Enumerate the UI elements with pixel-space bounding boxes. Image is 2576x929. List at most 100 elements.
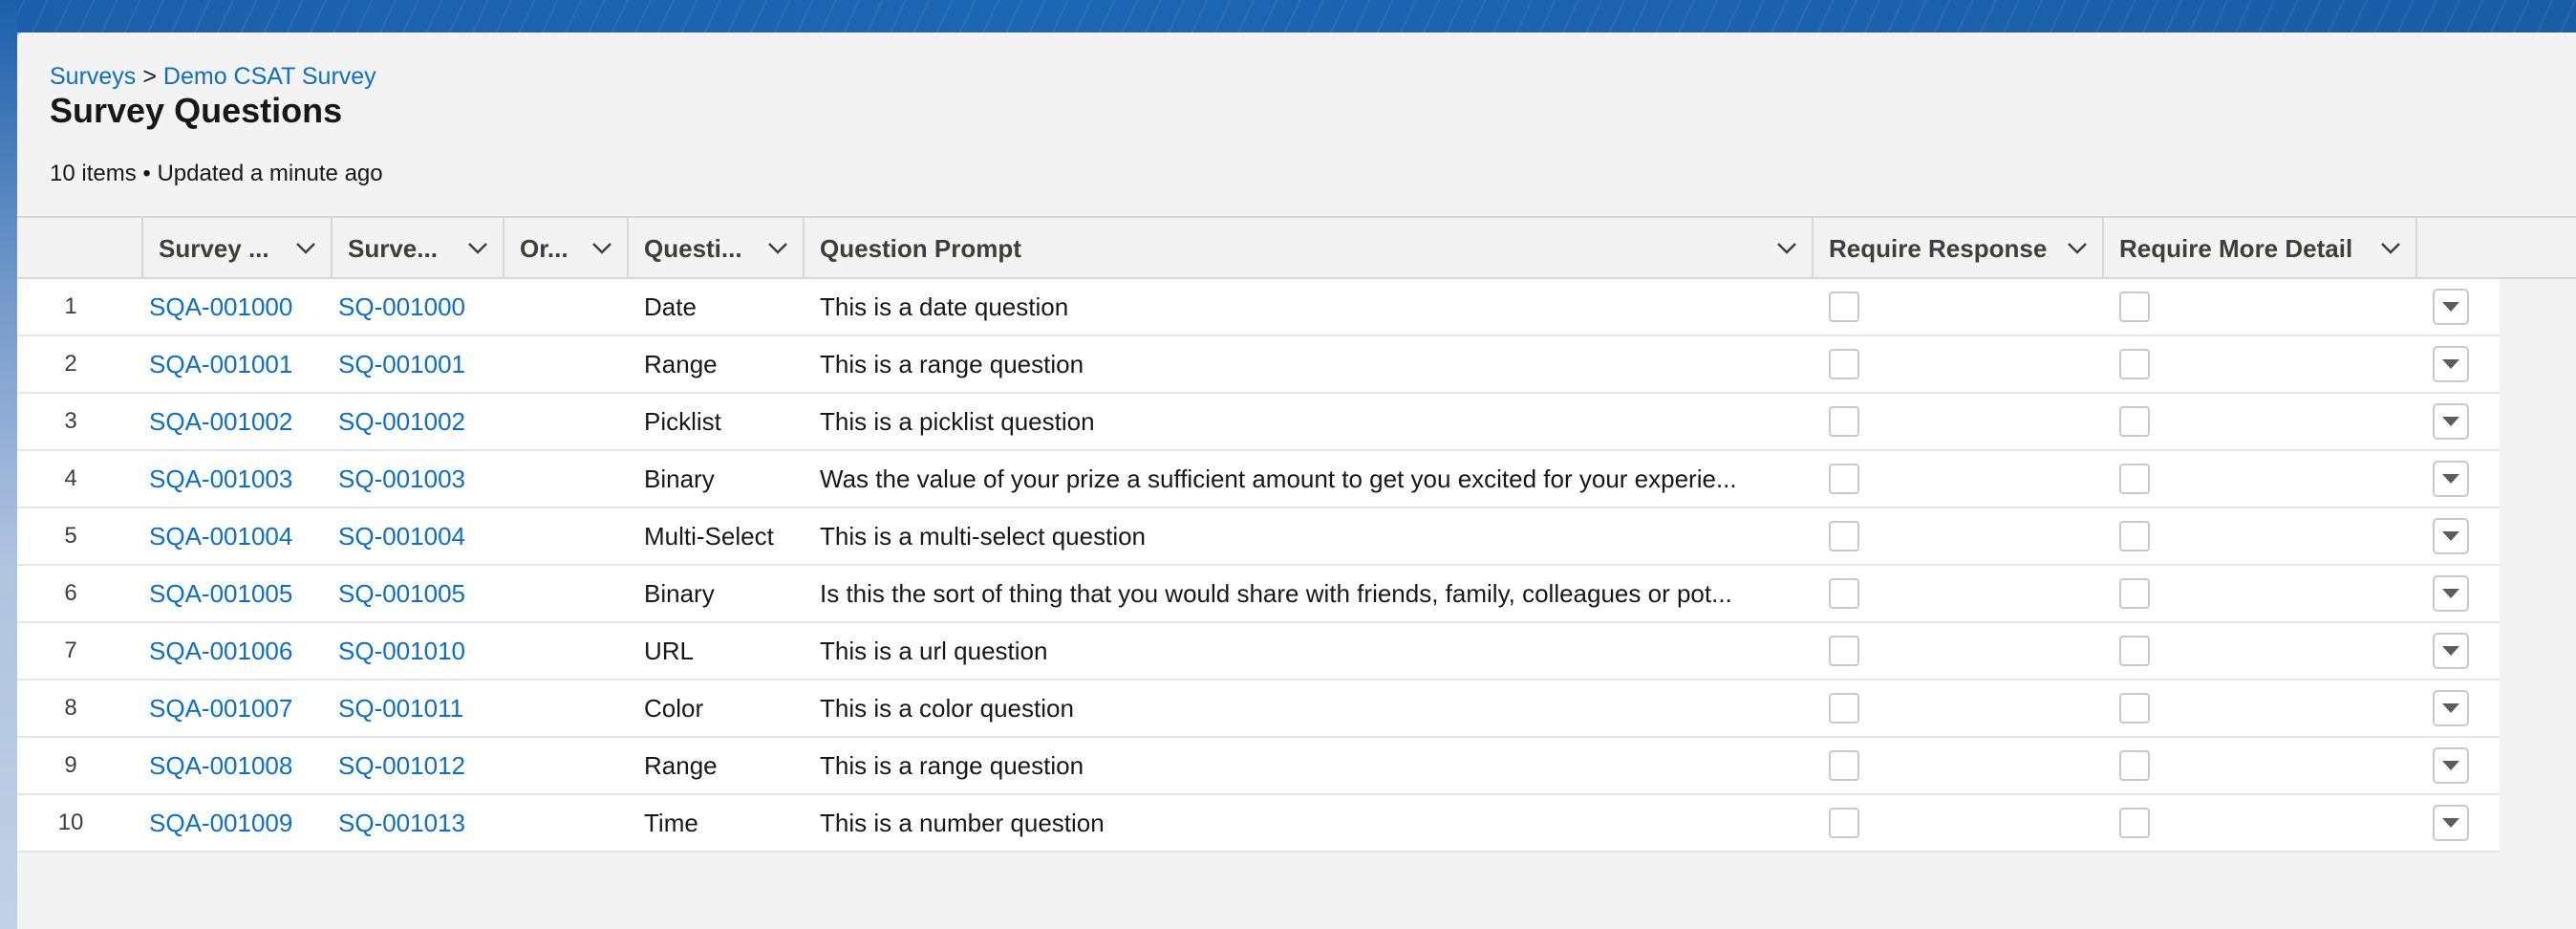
survey-question-cell: SQ-001000 — [338, 279, 501, 335]
table-row: 1 SQA-001000 SQ-001000 Date This is a da… — [17, 279, 2500, 336]
chevron-down-icon[interactable] — [2379, 237, 2402, 260]
column-header-require-more-detail[interactable]: Require More Detail — [2104, 218, 2417, 279]
require-more-detail-checkbox[interactable] — [2119, 521, 2150, 551]
require-response-checkbox[interactable] — [1829, 349, 1859, 379]
require-more-detail-cell — [2119, 566, 2177, 621]
require-response-checkbox[interactable] — [1829, 521, 1859, 551]
survey-answer-link[interactable]: SQA-001007 — [149, 694, 292, 724]
require-more-detail-checkbox[interactable] — [2119, 808, 2150, 838]
order-cell — [510, 336, 625, 392]
survey-question-link[interactable]: SQ-001001 — [338, 350, 465, 379]
require-more-detail-checkbox[interactable] — [2119, 292, 2150, 322]
column-header-question-prompt[interactable]: Question Prompt — [805, 218, 1814, 279]
survey-answer-link[interactable]: SQA-001004 — [149, 522, 292, 551]
survey-answer-link[interactable]: SQA-001005 — [149, 579, 292, 609]
question-prompt-cell: Is this the sort of thing that you would… — [820, 566, 1787, 621]
related-list-panel: Surveys > Demo CSAT Survey Survey Question… — [17, 32, 2576, 929]
chevron-down-icon[interactable] — [1775, 237, 1798, 260]
caret-down-icon — [2442, 302, 2459, 312]
survey-question-cell: SQ-001004 — [338, 508, 501, 564]
column-header-survey-answer[interactable]: Survey ... — [143, 218, 333, 279]
survey-answer-link[interactable]: SQA-001000 — [149, 292, 292, 322]
survey-question-link[interactable]: SQ-001004 — [338, 522, 465, 551]
column-header-label: Require More Detail — [2119, 233, 2353, 263]
question-prompt-cell: This is a number question — [820, 795, 1787, 851]
survey-question-link[interactable]: SQ-001011 — [338, 694, 463, 724]
caret-down-icon — [2442, 818, 2459, 828]
survey-question-link[interactable]: SQ-001005 — [338, 579, 465, 609]
breadcrumb-surveys-link[interactable]: Surveys — [50, 63, 136, 90]
row-number: 8 — [64, 695, 77, 721]
chevron-down-icon[interactable] — [590, 237, 613, 260]
row-actions-button[interactable] — [2433, 461, 2469, 497]
survey-question-link[interactable]: SQ-001000 — [338, 292, 465, 322]
chevron-down-icon[interactable] — [2066, 237, 2089, 260]
survey-answer-link[interactable]: SQA-001009 — [149, 809, 292, 838]
require-response-cell — [1829, 566, 1886, 621]
column-header-label: Question Prompt — [820, 233, 1021, 263]
require-response-checkbox[interactable] — [1829, 750, 1859, 781]
survey-question-link[interactable]: SQ-001013 — [338, 809, 465, 838]
question-prompt-cell: This is a range question — [820, 336, 1787, 392]
require-more-detail-checkbox[interactable] — [2119, 636, 2150, 666]
row-actions-cell — [2433, 279, 2480, 335]
row-actions-button[interactable] — [2433, 690, 2469, 726]
row-actions-button[interactable] — [2433, 289, 2469, 325]
row-actions-button[interactable] — [2433, 518, 2469, 554]
caret-down-icon — [2442, 474, 2459, 484]
require-response-cell — [1829, 623, 1886, 679]
order-cell — [510, 279, 625, 335]
column-header-order[interactable]: Or... — [504, 218, 629, 279]
question-prompt-text: This is a range question — [820, 349, 1084, 378]
require-more-detail-cell — [2119, 394, 2177, 449]
chevron-down-icon[interactable] — [766, 237, 789, 260]
row-actions-button[interactable] — [2433, 575, 2469, 612]
chevron-down-icon[interactable] — [294, 237, 317, 260]
survey-question-link[interactable]: SQ-001003 — [338, 464, 465, 494]
column-header-label: Or... — [520, 233, 569, 263]
survey-answer-cell: SQA-001007 — [149, 681, 331, 736]
column-header-question-type[interactable]: Questi... — [629, 218, 805, 279]
require-response-checkbox[interactable] — [1829, 636, 1859, 666]
survey-question-link[interactable]: SQ-001002 — [338, 407, 465, 437]
survey-answer-link[interactable]: SQA-001001 — [149, 350, 292, 379]
survey-question-link[interactable]: SQ-001012 — [338, 751, 465, 781]
page-title: Survey Questions — [50, 91, 343, 130]
row-actions-button[interactable] — [2433, 633, 2469, 669]
survey-answer-link[interactable]: SQA-001008 — [149, 751, 292, 781]
column-header-label: Questi... — [644, 233, 742, 263]
require-more-detail-checkbox[interactable] — [2119, 349, 2150, 379]
require-response-checkbox[interactable] — [1829, 808, 1859, 838]
require-response-checkbox[interactable] — [1829, 406, 1859, 437]
chevron-down-icon[interactable] — [466, 237, 489, 260]
row-actions-button[interactable] — [2433, 747, 2469, 784]
require-more-detail-checkbox[interactable] — [2119, 750, 2150, 781]
row-actions-button[interactable] — [2433, 805, 2469, 841]
column-header-require-response[interactable]: Require Response — [1814, 218, 2104, 279]
require-response-cell — [1829, 738, 1886, 793]
question-prompt-cell: Was the value of your prize a sufficient… — [820, 451, 1787, 507]
column-header-survey-question[interactable]: Surve... — [333, 218, 504, 279]
breadcrumb-survey-link[interactable]: Demo CSAT Survey — [163, 63, 376, 90]
require-more-detail-checkbox[interactable] — [2119, 406, 2150, 437]
require-response-checkbox[interactable] — [1829, 693, 1859, 724]
survey-answer-link[interactable]: SQA-001003 — [149, 464, 292, 494]
question-prompt-cell: This is a picklist question — [820, 394, 1787, 449]
row-actions-button[interactable] — [2433, 403, 2469, 440]
caret-down-icon — [2442, 646, 2459, 656]
question-prompt-cell: This is a date question — [820, 279, 1787, 335]
require-response-checkbox[interactable] — [1829, 578, 1859, 609]
require-response-checkbox[interactable] — [1829, 292, 1859, 322]
survey-question-cell: SQ-001013 — [338, 795, 501, 851]
survey-answer-link[interactable]: SQA-001006 — [149, 637, 292, 666]
require-more-detail-cell — [2119, 738, 2177, 793]
require-more-detail-checkbox[interactable] — [2119, 464, 2150, 494]
row-actions-button[interactable] — [2433, 346, 2469, 382]
survey-answer-link[interactable]: SQA-001002 — [149, 407, 292, 437]
question-type-cell: Date — [644, 292, 697, 321]
require-more-detail-checkbox[interactable] — [2119, 578, 2150, 609]
table-row: 4 SQA-001003 SQ-001003 Binary Was the va… — [17, 451, 2500, 508]
survey-question-link[interactable]: SQ-001010 — [338, 637, 465, 666]
require-response-checkbox[interactable] — [1829, 464, 1859, 494]
require-more-detail-checkbox[interactable] — [2119, 693, 2150, 724]
